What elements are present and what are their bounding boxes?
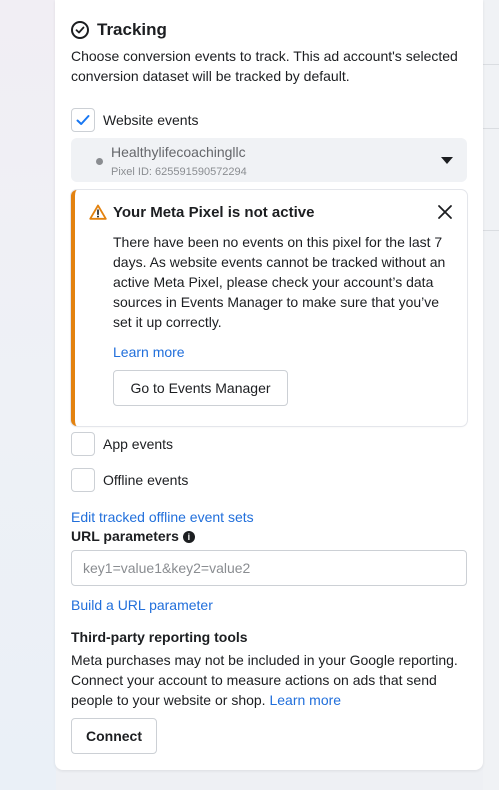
- tracking-title: Tracking: [97, 20, 167, 39]
- warning-icon: [89, 204, 107, 225]
- third-party-heading: Third-party reporting tools: [71, 629, 248, 645]
- third-party-description-text: Meta purchases may not be included in yo…: [71, 652, 458, 708]
- check-circle-icon: [71, 21, 89, 39]
- alert-learn-more-link[interactable]: Learn more: [113, 344, 185, 360]
- pixel-name: Healthylifecoachingllc: [111, 144, 246, 160]
- close-icon[interactable]: [437, 204, 453, 220]
- url-parameters-input[interactable]: [71, 550, 467, 586]
- offline-events-label: Offline events: [103, 472, 189, 488]
- website-events-checkbox[interactable]: [71, 108, 95, 132]
- edit-offline-event-sets-link[interactable]: Edit tracked offline event sets: [71, 509, 254, 525]
- app-events-checkbox[interactable]: [71, 432, 95, 456]
- pixel-inactive-alert: Your Meta Pixel is not active There have…: [71, 190, 467, 426]
- pixel-dropdown[interactable]: Healthylifecoachingllc Pixel ID: 6255915…: [71, 138, 467, 182]
- website-events-label: Website events: [103, 112, 199, 128]
- alert-title: Your Meta Pixel is not active: [113, 204, 315, 221]
- tracking-description: Choose conversion events to track. This …: [71, 48, 458, 84]
- background-divider: [483, 230, 499, 231]
- background-divider: [483, 128, 499, 129]
- url-parameters-label: URL parameters: [71, 528, 179, 544]
- tracking-header: Tracking: [71, 18, 167, 42]
- background-right: [483, 0, 499, 790]
- build-url-parameter-link[interactable]: Build a URL parameter: [71, 597, 213, 613]
- background-divider: [483, 64, 499, 74]
- app-events-row[interactable]: App events: [71, 432, 173, 456]
- background-left: [0, 0, 56, 790]
- pixel-id: Pixel ID: 625591590572294: [111, 166, 247, 178]
- pixel-status-dot: [96, 158, 103, 165]
- website-events-row[interactable]: Website events: [71, 108, 198, 132]
- alert-body: There have been no events on this pixel …: [113, 234, 446, 330]
- url-parameters-heading: URL parameters i: [71, 528, 195, 544]
- go-to-events-manager-button[interactable]: Go to Events Manager: [113, 370, 288, 406]
- offline-events-row[interactable]: Offline events: [71, 468, 188, 492]
- connect-button[interactable]: Connect: [71, 718, 157, 754]
- info-icon[interactable]: i: [182, 531, 195, 543]
- offline-events-checkbox[interactable]: [71, 468, 95, 492]
- caret-down-icon: [441, 157, 453, 164]
- third-party-description: Meta purchases may not be included in yo…: [71, 650, 471, 710]
- third-party-learn-more-link[interactable]: Learn more: [269, 692, 341, 708]
- checkmark-icon: [76, 115, 90, 125]
- app-events-label: App events: [103, 436, 174, 452]
- tracking-card: Tracking Choose conversion events to tra…: [55, 0, 483, 770]
